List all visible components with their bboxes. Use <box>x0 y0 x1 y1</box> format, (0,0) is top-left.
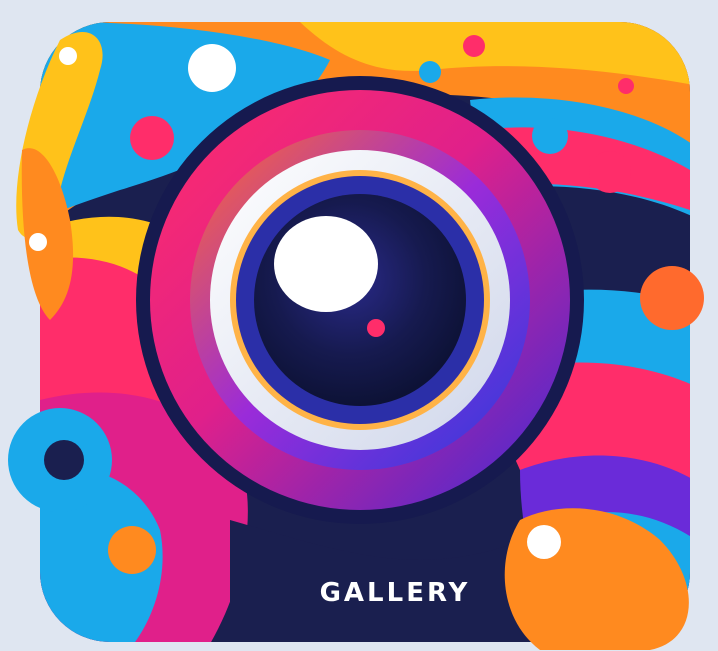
lens-highlight <box>274 216 378 312</box>
orange-sphere <box>640 266 704 330</box>
ring-hole <box>44 440 84 480</box>
small-white-sphere <box>59 47 77 65</box>
pink-sphere <box>130 116 174 160</box>
orange-sphere-left <box>108 526 156 574</box>
blue-sphere <box>532 118 568 154</box>
white-sphere-bottom <box>527 525 561 559</box>
tiny-white-sphere <box>29 233 47 251</box>
gallery-app-icon[interactable]: GALLERY <box>0 0 718 651</box>
lens-dot <box>367 319 385 337</box>
white-sphere <box>188 44 236 92</box>
pink-sphere-right <box>589 151 631 193</box>
tiny-pink-sphere <box>618 78 634 94</box>
lens-group <box>136 76 584 524</box>
small-pink-sphere <box>463 35 485 57</box>
small-blue-sphere <box>419 61 441 83</box>
camera-lens-icon <box>8 22 704 650</box>
